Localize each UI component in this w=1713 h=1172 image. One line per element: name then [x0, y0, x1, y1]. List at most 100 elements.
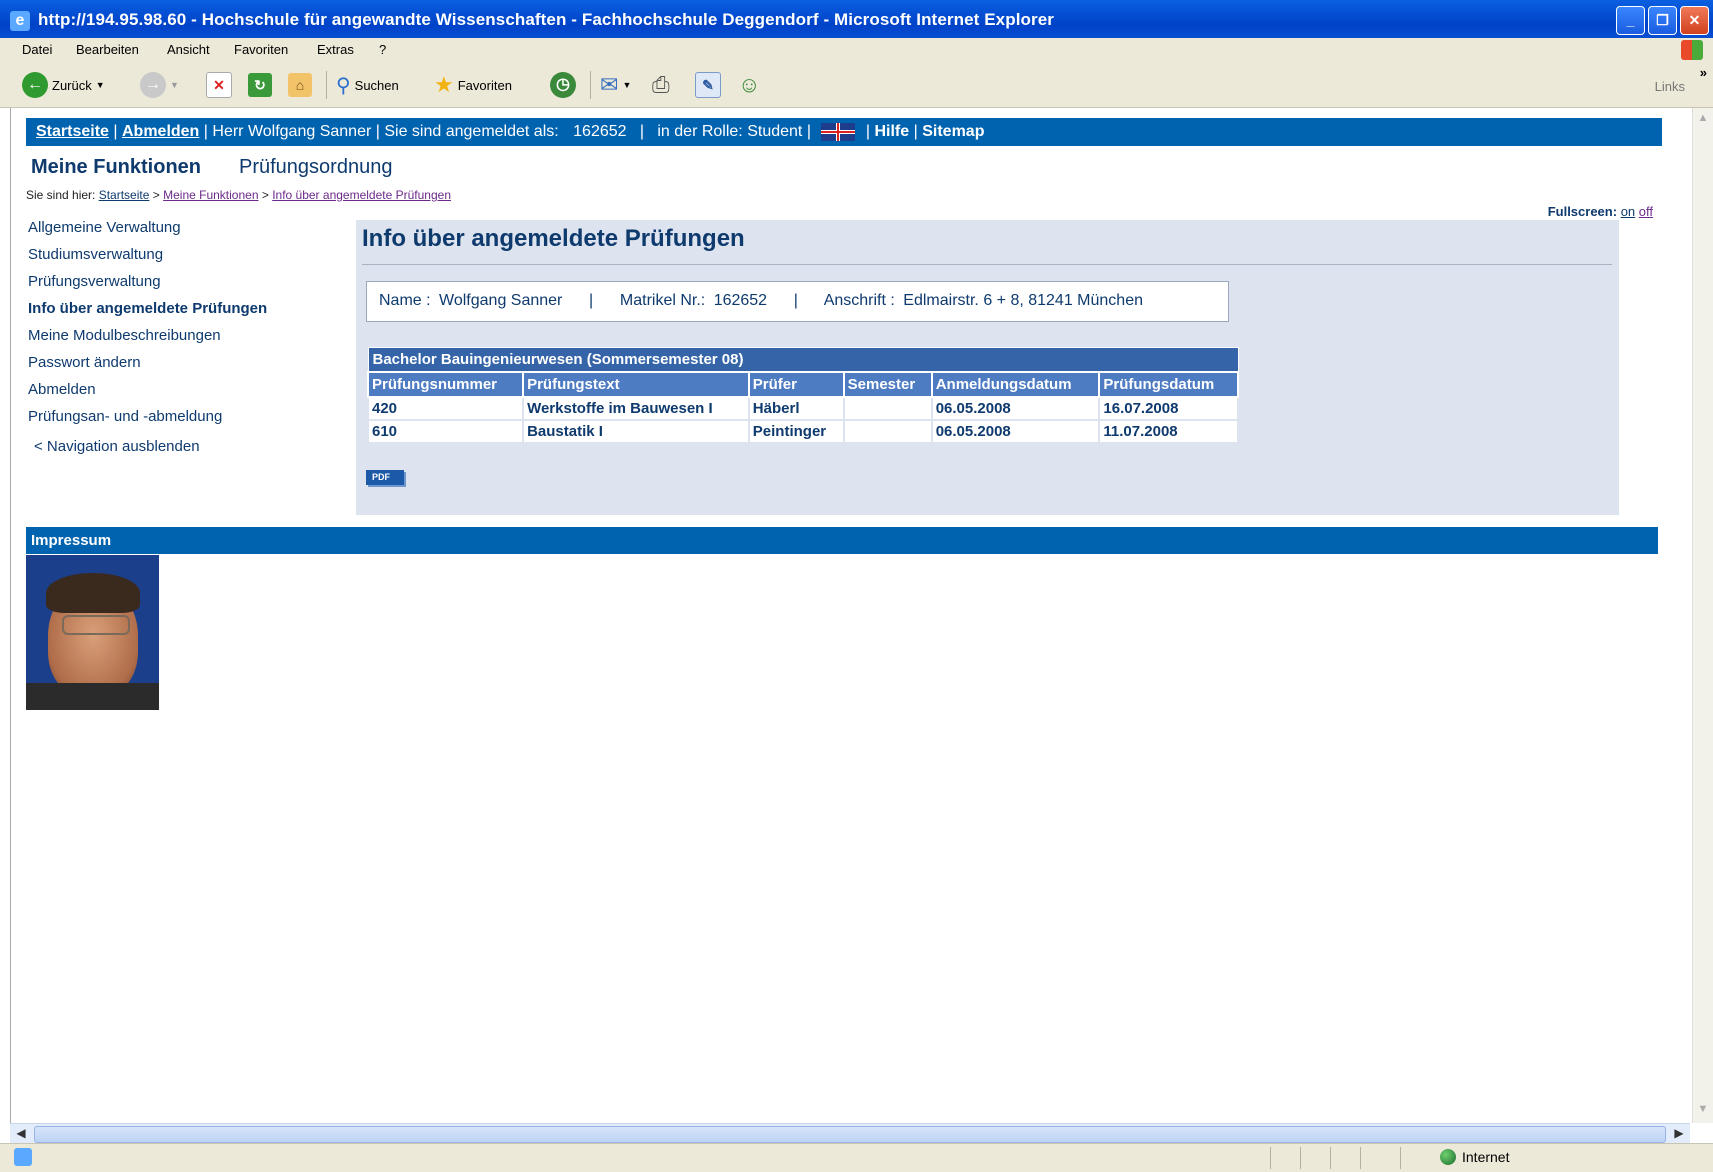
function-tabs: Meine Funktionen Prüfungsordnung — [31, 156, 392, 179]
col-pruefungsdatum: Prüfungsdatum — [1098, 371, 1239, 398]
print-button[interactable]: ⎙ — [652, 70, 670, 100]
scroll-down-icon[interactable]: ▼ — [1695, 1103, 1711, 1119]
back-arrow-icon: ← — [22, 72, 48, 98]
scroll-left-icon[interactable]: ◀ — [12, 1126, 30, 1141]
minimize-button[interactable]: _ — [1616, 6, 1645, 35]
pdf-export-icon[interactable]: PDF — [366, 470, 404, 485]
horizontal-scrollbar[interactable]: ◀ ▶ — [10, 1123, 1690, 1144]
browser-toolbar: ← Zurück ▼ → ▼ ✕ ↻ ⌂ ⚲ Suchen ★ Favorite… — [0, 63, 1713, 108]
sidebar-item-modulbeschreibungen[interactable]: Meine Modulbeschreibungen — [28, 326, 267, 353]
restore-button[interactable]: ❐ — [1648, 6, 1677, 35]
sidebar-item-studiumsverwaltung[interactable]: Studiumsverwaltung — [28, 245, 267, 272]
nav-divider: | — [913, 123, 923, 140]
logout-link[interactable]: Abmelden — [122, 123, 199, 140]
logged-in-label: Sie sind angemeldet als: — [384, 123, 559, 140]
globe-icon — [1440, 1149, 1456, 1165]
security-zone: Internet — [1440, 1149, 1509, 1165]
history-icon: ◷ — [550, 72, 576, 98]
help-link[interactable]: Hilfe — [874, 123, 909, 140]
scroll-up-icon[interactable]: ▲ — [1695, 112, 1711, 128]
search-button[interactable]: ⚲ Suchen — [336, 70, 399, 100]
fullscreen-off-link[interactable]: off — [1639, 204, 1653, 219]
menu-bearbeiten[interactable]: Bearbeiten — [76, 42, 139, 57]
mail-dropdown-icon[interactable]: ▼ — [622, 80, 631, 90]
sidebar-item-passwort[interactable]: Passwort ändern — [28, 353, 267, 380]
toolbar-overflow-icon[interactable]: » — [1700, 65, 1707, 80]
cell-semester — [842, 396, 933, 421]
links-label[interactable]: Links — [1655, 79, 1685, 94]
fullscreen-label: Fullscreen: — [1547, 204, 1618, 219]
toolbar-separator — [590, 71, 591, 99]
hide-navigation-link[interactable]: < Navigation ausblenden — [28, 437, 267, 464]
sidebar-item-pruefungsanmeldung[interactable]: Prüfungsan- und -abmeldung — [28, 407, 267, 434]
col-anmeldungsdatum: Anmeldungsdatum — [930, 371, 1101, 398]
info-divider: | — [771, 292, 821, 309]
cell-number: 420 — [366, 396, 525, 421]
forward-button[interactable]: → ▼ — [140, 70, 179, 100]
nav-divider: | — [113, 123, 122, 140]
menu-datei[interactable]: Datei — [22, 42, 52, 57]
window-titlebar: e http://194.95.98.60 - Hochschule für a… — [0, 0, 1713, 42]
cell-examiner: Peintinger — [747, 419, 845, 444]
back-dropdown-icon[interactable]: ▼ — [96, 80, 105, 90]
menu-favoriten[interactable]: Favoriten — [234, 42, 288, 57]
scroll-right-icon[interactable]: ▶ — [1670, 1126, 1688, 1141]
stop-icon: ✕ — [206, 72, 232, 98]
col-semester: Semester — [842, 371, 933, 398]
menu-extras[interactable]: Extras — [317, 42, 354, 57]
edit-icon: ✎ — [695, 72, 721, 98]
messenger-button[interactable]: ☺ — [738, 70, 760, 100]
menu-ansicht[interactable]: Ansicht — [167, 42, 210, 57]
history-button[interactable]: ◷ — [550, 70, 576, 100]
english-flag-icon[interactable] — [821, 122, 856, 141]
tab-pruefungsordnung[interactable]: Prüfungsordnung — [239, 156, 392, 179]
status-divider — [1270, 1147, 1271, 1169]
col-pruefungstext: Prüfungstext — [522, 371, 750, 398]
favorites-button[interactable]: ★ Favoriten — [434, 70, 512, 100]
menu-help[interactable]: ? — [379, 42, 386, 57]
tab-meine-funktionen[interactable]: Meine Funktionen — [31, 156, 201, 178]
sidebar-item-allgemeine-verwaltung[interactable]: Allgemeine Verwaltung — [28, 218, 267, 245]
sidebar-item-abmelden[interactable]: Abmelden — [28, 380, 267, 407]
stop-button[interactable]: ✕ — [206, 70, 232, 100]
sidebar-item-pruefungsverwaltung[interactable]: Prüfungsverwaltung — [28, 272, 267, 299]
toolbar-separator — [326, 71, 327, 99]
sitemap-link[interactable]: Sitemap — [922, 123, 984, 140]
edit-button[interactable]: ✎ — [695, 70, 721, 100]
scrollbar-thumb[interactable] — [34, 1126, 1666, 1143]
breadcrumb-startseite[interactable]: Startseite — [99, 188, 150, 202]
home-link[interactable]: Startseite — [36, 123, 109, 140]
table-caption: Bachelor Bauingenieurwesen (Sommersemest… — [367, 347, 1239, 373]
sidebar-navigation: Allgemeine Verwaltung Studiumsverwaltung… — [28, 218, 267, 464]
name-label: Name : — [379, 292, 431, 309]
cell-examiner: Häberl — [747, 396, 845, 421]
home-button[interactable]: ⌂ — [288, 70, 312, 100]
matrikel-value: 162652 — [713, 292, 768, 309]
close-button[interactable]: ✕ — [1680, 6, 1709, 35]
breadcrumb-current[interactable]: Info über angemeldete Prüfungen — [272, 188, 451, 202]
col-pruefer: Prüfer — [747, 371, 845, 398]
forward-dropdown-icon[interactable]: ▼ — [170, 80, 179, 90]
exams-table: Bachelor Bauingenieurwesen (Sommersemest… — [366, 347, 1239, 444]
status-divider — [1360, 1147, 1361, 1169]
address-value: Edlmairstr. 6 + 8, 81241 München — [903, 292, 1143, 309]
vertical-scrollbar[interactable]: ▲ ▼ — [1692, 108, 1713, 1123]
impressum-link[interactable]: Impressum — [26, 532, 111, 549]
page-status-icon — [14, 1148, 32, 1166]
back-label: Zurück — [52, 77, 92, 93]
status-divider — [1400, 1147, 1401, 1169]
page-title: Info über angemeldete Prüfungen — [362, 225, 745, 252]
breadcrumb-meine-funktionen[interactable]: Meine Funktionen — [163, 188, 258, 202]
mail-button[interactable]: ✉ ▼ — [600, 70, 631, 100]
fullscreen-on-link[interactable]: on — [1621, 204, 1635, 219]
home-icon: ⌂ — [288, 73, 312, 97]
back-button[interactable]: ← Zurück ▼ — [22, 70, 105, 100]
search-icon: ⚲ — [336, 74, 351, 97]
sidebar-item-info-pruefungen[interactable]: Info über angemeldete Prüfungen — [28, 299, 267, 326]
messenger-icon: ☺ — [738, 72, 761, 97]
refresh-button[interactable]: ↻ — [248, 70, 272, 100]
ie-page-icon: e — [10, 11, 30, 31]
zone-label: Internet — [1462, 1149, 1510, 1165]
breadcrumb: Sie sind hier: Startseite > Meine Funkti… — [26, 188, 451, 202]
mail-icon: ✉ — [600, 72, 619, 97]
